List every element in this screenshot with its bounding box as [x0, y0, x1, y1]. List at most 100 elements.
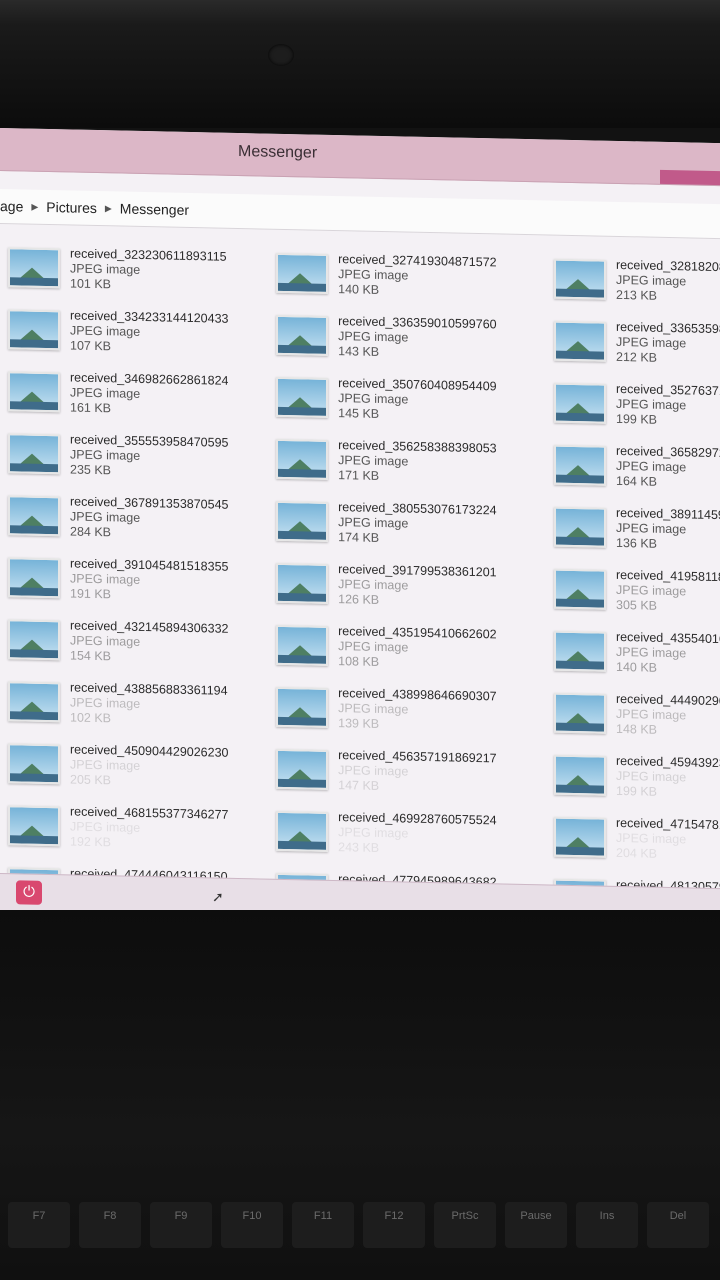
file-name: received_32818208 — [616, 257, 720, 274]
image-thumbnail-icon — [8, 371, 60, 413]
power-icon[interactable]: ⏻ — [16, 880, 42, 905]
keyboard-key: Del — [647, 1202, 709, 1248]
file-item[interactable]: received_334233144120433 JPEG image 107 KB — [0, 298, 268, 366]
image-thumbnail-icon — [554, 382, 606, 424]
file-size: 101 KB — [70, 275, 112, 291]
image-thumbnail-icon — [276, 624, 329, 666]
file-item[interactable]: received_435195410662602 JPEG image 108 KB — [268, 614, 542, 682]
file-item[interactable]: received_355553958470595 JPEG image 235 KB — [0, 422, 268, 490]
file-meta: received_36582972733 JPEG image 164 KB — [616, 443, 720, 490]
file-item[interactable]: received_438998646690307 JPEG image 139 KB — [268, 676, 542, 744]
file-type: JPEG image — [616, 458, 687, 474]
file-meta: received_355553958470595 JPEG image 235 KB — [70, 432, 228, 480]
file-size: 205 KB — [70, 771, 112, 787]
image-thumbnail-icon — [276, 438, 329, 480]
image-thumbnail-icon — [8, 433, 60, 475]
file-item[interactable]: received_469928760575524 JPEG image 243 KB — [268, 800, 542, 868]
image-thumbnail-icon — [8, 557, 60, 599]
file-item[interactable]: received_350760408954409 JPEG image 145 KB — [268, 366, 542, 434]
file-item[interactable]: received_450904429026230 JPEG image 205 KB — [0, 732, 268, 800]
file-meta: received_438998646690307 JPEG image 139 KB — [338, 686, 496, 734]
image-thumbnail-icon — [8, 681, 60, 723]
file-meta: received_432145894306332 JPEG image 154 KB — [70, 618, 228, 666]
file-item[interactable]: received_336359010599760 JPEG image 143 KB — [268, 304, 542, 372]
file-item[interactable]: received_459439231515186 JPEG image 199 KB — [542, 743, 720, 809]
file-item[interactable]: received_380553076173224 JPEG image 174 KB — [268, 490, 542, 558]
file-meta: received_468155377346277 JPEG image 192 KB — [70, 804, 228, 852]
file-item[interactable]: received_41958118876891 JPEG image 305 KB — [542, 557, 720, 623]
image-thumbnail-icon — [554, 630, 606, 672]
window-title: Messenger — [238, 142, 318, 162]
file-item[interactable]: received_327419304871572 JPEG image 140 KB — [268, 242, 542, 310]
file-meta: received_356258388398053 JPEG image 171 KB — [338, 438, 496, 486]
file-meta: received_350760408954409 JPEG image 145 KB — [338, 376, 496, 424]
file-size: 191 KB — [70, 585, 112, 601]
file-item[interactable]: received_323230611893115 JPEG image 101 KB — [0, 236, 268, 304]
image-thumbnail-icon — [554, 320, 606, 362]
file-size: 212 KB — [616, 349, 658, 365]
image-thumbnail-icon — [8, 495, 60, 537]
image-thumbnail-icon — [8, 805, 60, 847]
file-meta: received_450904429026230 JPEG image 205 KB — [70, 742, 228, 790]
breadcrumb-item-messenger[interactable]: Messenger — [120, 201, 189, 218]
file-item[interactable]: received_435540163717002 JPEG image 140 KB — [542, 619, 720, 685]
file-item[interactable]: received_35276371540 JPEG image 199 KB — [542, 371, 720, 437]
file-size: 171 KB — [338, 467, 380, 483]
file-meta: received_459439231515186 JPEG image 199 KB — [616, 753, 720, 800]
file-grid: received_323230611893115 JPEG image 101 KB… — [0, 224, 720, 925]
image-thumbnail-icon — [276, 500, 329, 542]
image-thumbnail-icon — [8, 309, 60, 351]
file-item[interactable]: received_438856883361194 JPEG image 102 KB — [0, 670, 268, 738]
screen: Messenger age ▶ Pictures ▶ Messenger rec… — [0, 128, 720, 926]
file-item[interactable]: received_33653598 JPEG image 212 KB — [542, 309, 720, 375]
keyboard-key: Pause — [505, 1202, 567, 1248]
file-type: JPEG image — [616, 396, 687, 412]
file-size: 107 KB — [70, 337, 112, 353]
image-thumbnail-icon — [8, 247, 60, 289]
breadcrumb-item-pictures[interactable]: Pictures — [46, 199, 97, 216]
file-name: received_36582972733 — [616, 443, 720, 461]
image-thumbnail-icon — [554, 568, 606, 610]
file-item[interactable]: received_471547816735720 JPEG image 204 KB — [542, 805, 720, 871]
file-item[interactable]: received_356258388398053 JPEG image 171 KB — [268, 428, 542, 496]
file-item[interactable]: received_432145894306332 JPEG image 154 KB — [0, 608, 268, 676]
file-item[interactable]: received_456357191869217 JPEG image 147 KB — [268, 738, 542, 806]
breadcrumb-item-storage[interactable]: age — [0, 198, 23, 214]
image-thumbnail-icon — [8, 743, 60, 785]
file-meta: received_435540163717002 JPEG image 140 KB — [616, 629, 720, 676]
file-size: 147 KB — [338, 777, 380, 793]
file-item[interactable]: received_391799538361201 JPEG image 126 KB — [268, 552, 542, 620]
file-item[interactable]: received_38911459173 JPEG image 136 KB — [542, 495, 720, 561]
file-meta: received_323230611893115 JPEG image 101 KB — [70, 246, 227, 294]
mouse-cursor-icon: ➚ — [212, 888, 224, 905]
file-meta: received_38911459173 JPEG image 136 KB — [616, 505, 720, 552]
file-size: 235 KB — [70, 461, 112, 477]
image-thumbnail-icon — [276, 686, 329, 728]
file-size: 164 KB — [616, 473, 658, 489]
image-thumbnail-icon — [554, 258, 606, 300]
keyboard-key: F8 — [79, 1202, 141, 1248]
image-thumbnail-icon — [276, 748, 329, 790]
file-item[interactable]: received_367891353870545 JPEG image 284 KB — [0, 484, 268, 552]
image-thumbnail-icon — [276, 810, 329, 852]
file-item[interactable]: received_391045481518355 JPEG image 191 KB — [0, 546, 268, 614]
file-item[interactable]: received_346982662861824 JPEG image 161 KB — [0, 360, 268, 428]
image-thumbnail-icon — [554, 444, 606, 486]
file-size: 102 KB — [70, 709, 112, 725]
file-meta: received_438856883361194 JPEG image 102 KB — [70, 680, 228, 728]
file-size: 136 KB — [616, 535, 658, 551]
file-item[interactable]: received_36582972733 JPEG image 164 KB — [542, 433, 720, 499]
file-meta: received_334233144120433 JPEG image 107 KB — [70, 308, 228, 356]
image-thumbnail-icon — [554, 692, 606, 734]
file-name: received_38911459173 — [616, 505, 720, 523]
file-size: 192 KB — [70, 833, 112, 849]
file-item[interactable]: received_32818208 JPEG image 213 KB — [542, 247, 720, 313]
file-meta: received_33653598 JPEG image 212 KB — [616, 319, 720, 366]
file-size: 305 KB — [616, 597, 658, 613]
file-name: received_35276371540 — [616, 381, 720, 399]
file-size: 140 KB — [616, 659, 658, 675]
webcam — [268, 44, 294, 66]
file-item[interactable]: received_468155377346277 JPEG image 192 KB — [0, 794, 268, 862]
file-item[interactable]: received_444902909432437 JPEG image 148 KB — [542, 681, 720, 747]
file-size: 284 KB — [70, 523, 112, 539]
